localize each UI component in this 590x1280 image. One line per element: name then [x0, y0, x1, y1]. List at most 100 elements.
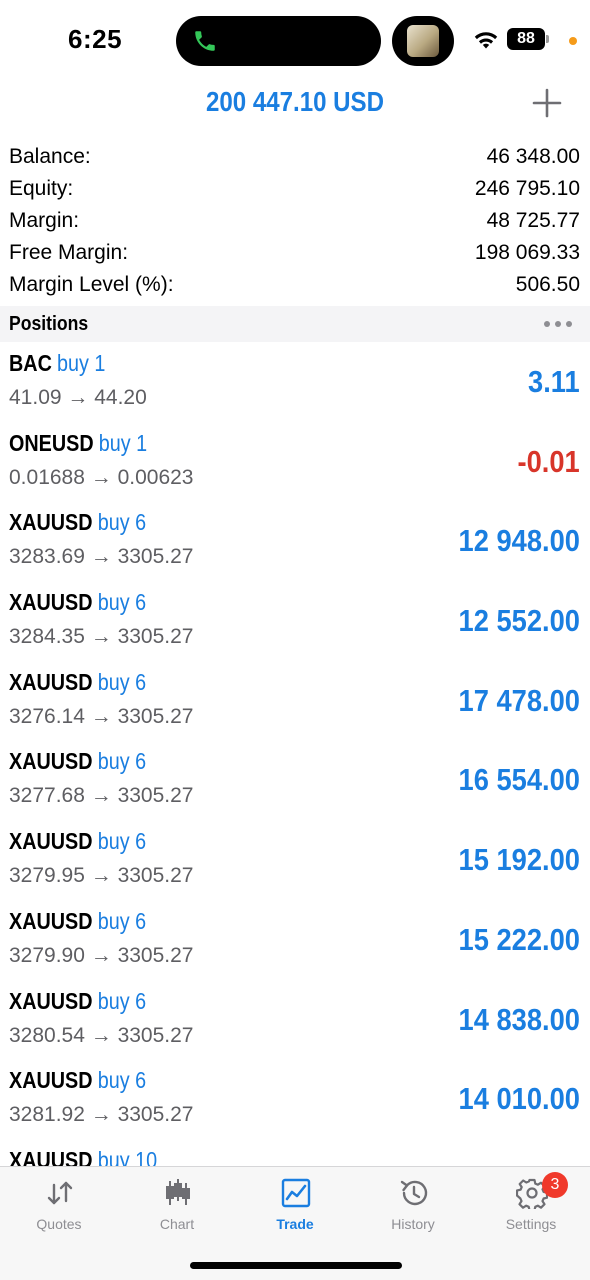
position-profit: 15 222.00 — [458, 921, 580, 957]
summary-value: 506.50 — [515, 273, 580, 296]
battery-cap — [546, 35, 549, 43]
more-options-icon[interactable] — [542, 321, 574, 329]
position-row[interactable]: XAUUSD buy 6 3277.68 → 3305.27 16 554.00 — [0, 740, 590, 820]
dynamic-island-call[interactable] — [176, 16, 381, 66]
position-side: buy 6 — [97, 907, 147, 934]
position-symbol: XAUUSD — [9, 907, 93, 934]
position-row[interactable]: XAUUSD buy 6 3281.92 → 3305.27 14 010.00 — [0, 1059, 590, 1139]
position-side: buy 6 — [97, 1067, 147, 1094]
positions-list[interactable]: BAC buy 1 41.09 → 44.20 3.11 ONEUSD buy 1 … — [0, 342, 590, 1166]
candlestick-icon — [166, 1179, 190, 1205]
position-symbol: XAUUSD — [9, 987, 93, 1014]
position-side: buy 1 — [57, 350, 106, 376]
phone-icon — [195, 31, 215, 51]
summary-row-equity: Equity: 246 795.10 — [0, 172, 590, 204]
position-prices: 0.01688 → 0.00623 — [9, 465, 194, 489]
summary-row-balance: Balance: 46 348.00 — [0, 140, 590, 172]
summary-label: Margin: — [9, 209, 80, 232]
position-symbol: XAUUSD — [9, 1067, 93, 1094]
position-title: XAUUSD buy 6 — [9, 669, 146, 696]
position-title: BAC buy 1 — [9, 350, 105, 377]
position-profit: 14 838.00 — [458, 1001, 580, 1037]
tab-label: Chart — [159, 1216, 195, 1232]
position-symbol: XAUUSD — [9, 509, 93, 536]
position-symbol: XAUUSD — [9, 1146, 93, 1166]
position-profit: 12 948.00 — [458, 523, 580, 559]
position-symbol: XAUUSD — [9, 828, 93, 855]
position-row[interactable]: XAUUSD buy 6 3279.95 → 3305.27 15 192.00 — [0, 820, 590, 900]
position-side: buy 6 — [97, 589, 147, 616]
wifi-icon — [474, 32, 498, 49]
position-prices: 3284.35 → 3305.27 — [9, 625, 194, 649]
position-prices: 3277.68 → 3305.27 — [9, 784, 194, 808]
account-equity-title[interactable]: 200 447.10 USD — [41, 86, 548, 118]
summary-row-free-margin: Free Margin: 198 069.33 — [0, 236, 590, 268]
position-row[interactable]: XAUUSD buy 6 3279.90 → 3305.27 15 222.00 — [0, 900, 590, 980]
position-profit: 14 010.00 — [458, 1081, 580, 1117]
position-symbol: ONEUSD — [9, 429, 94, 456]
positions-section-header: Positions — [0, 306, 590, 342]
summary-row-margin: Margin: 48 725.77 — [0, 204, 590, 236]
position-row[interactable]: XAUUSD buy 6 3284.35 → 3305.27 12 552.00 — [0, 581, 590, 661]
position-symbol: XAUUSD — [9, 589, 93, 616]
position-row[interactable]: BAC buy 1 41.09 → 44.20 3.11 — [0, 342, 590, 422]
positions-title: Positions — [9, 313, 89, 335]
add-order-button[interactable] — [530, 86, 564, 120]
position-row[interactable]: XAUUSD buy 10 — [0, 1139, 590, 1166]
summary-label: Balance: — [9, 145, 91, 168]
position-side: buy 1 — [98, 429, 148, 456]
position-profit: 15 192.00 — [458, 842, 580, 878]
summary-value: 246 795.10 — [474, 177, 580, 200]
status-time: 6:25 — [68, 24, 123, 54]
position-side: buy 6 — [97, 668, 147, 695]
trade-chart-icon — [281, 1178, 311, 1208]
position-profit: 16 554.00 — [458, 762, 580, 798]
position-profit: 12 552.00 — [458, 603, 580, 639]
position-side: buy 6 — [97, 987, 147, 1014]
position-row[interactable]: XAUUSD buy 6 3276.14 → 3305.27 17 478.00 — [0, 661, 590, 741]
position-title: XAUUSD buy 6 — [9, 748, 146, 775]
position-title: ONEUSD buy 1 — [9, 430, 147, 457]
battery-icon: 88 — [507, 28, 545, 50]
position-symbol: BAC — [9, 350, 52, 376]
position-prices: 3276.14 → 3305.27 — [9, 704, 194, 728]
summary-value: 46 348.00 — [486, 145, 580, 168]
summary-label: Free Margin: — [9, 241, 129, 264]
position-prices: 41.09 → 44.20 — [9, 386, 147, 409]
arrows-up-down-icon — [47, 1181, 73, 1205]
summary-row-margin-level: Margin Level (%): 506.50 — [0, 268, 590, 300]
tab-label: Quotes — [36, 1216, 82, 1232]
position-profit: 3.11 — [528, 364, 580, 399]
tab-settings[interactable]: 3 Settings — [472, 1167, 590, 1237]
position-symbol: XAUUSD — [9, 748, 93, 775]
position-row[interactable]: XAUUSD buy 6 3283.69 → 3305.27 12 948.00 — [0, 501, 590, 581]
position-row[interactable]: ONEUSD buy 1 0.01688 → 0.00623 -0.01 — [0, 422, 590, 502]
privacy-indicator-dot — [569, 37, 577, 45]
tab-label: History — [391, 1216, 435, 1232]
position-side: buy 6 — [97, 748, 147, 775]
summary-label: Margin Level (%): — [9, 273, 174, 296]
position-side: buy 6 — [97, 828, 147, 855]
account-summary: Balance: 46 348.00 Equity: 246 795.10 Ma… — [0, 140, 590, 300]
summary-value: 48 725.77 — [486, 209, 580, 232]
tab-history[interactable]: History — [354, 1167, 472, 1237]
position-side: buy 6 — [97, 509, 147, 536]
tab-quotes[interactable]: Quotes — [0, 1167, 118, 1237]
dynamic-island-app[interactable] — [392, 16, 454, 66]
history-icon — [400, 1180, 428, 1206]
position-title: XAUUSD buy 6 — [9, 589, 146, 616]
notification-badge: 3 — [542, 1172, 568, 1198]
position-prices: 3283.69 → 3305.27 — [9, 545, 194, 569]
tab-chart[interactable]: Chart — [118, 1167, 236, 1237]
position-prices: 3279.95 → 3305.27 — [9, 864, 194, 888]
position-row[interactable]: XAUUSD buy 6 3280.54 → 3305.27 14 838.00 — [0, 980, 590, 1060]
home-indicator[interactable] — [190, 1262, 402, 1269]
position-prices: 3281.92 → 3305.27 — [9, 1103, 194, 1127]
position-title: XAUUSD buy 6 — [9, 988, 146, 1015]
position-title: XAUUSD buy 6 — [9, 509, 146, 536]
tab-label: Trade — [276, 1216, 314, 1232]
position-side: buy 10 — [97, 1146, 158, 1166]
tab-trade[interactable]: Trade — [236, 1167, 354, 1237]
position-symbol: XAUUSD — [9, 668, 93, 695]
tab-label: Settings — [505, 1216, 557, 1232]
